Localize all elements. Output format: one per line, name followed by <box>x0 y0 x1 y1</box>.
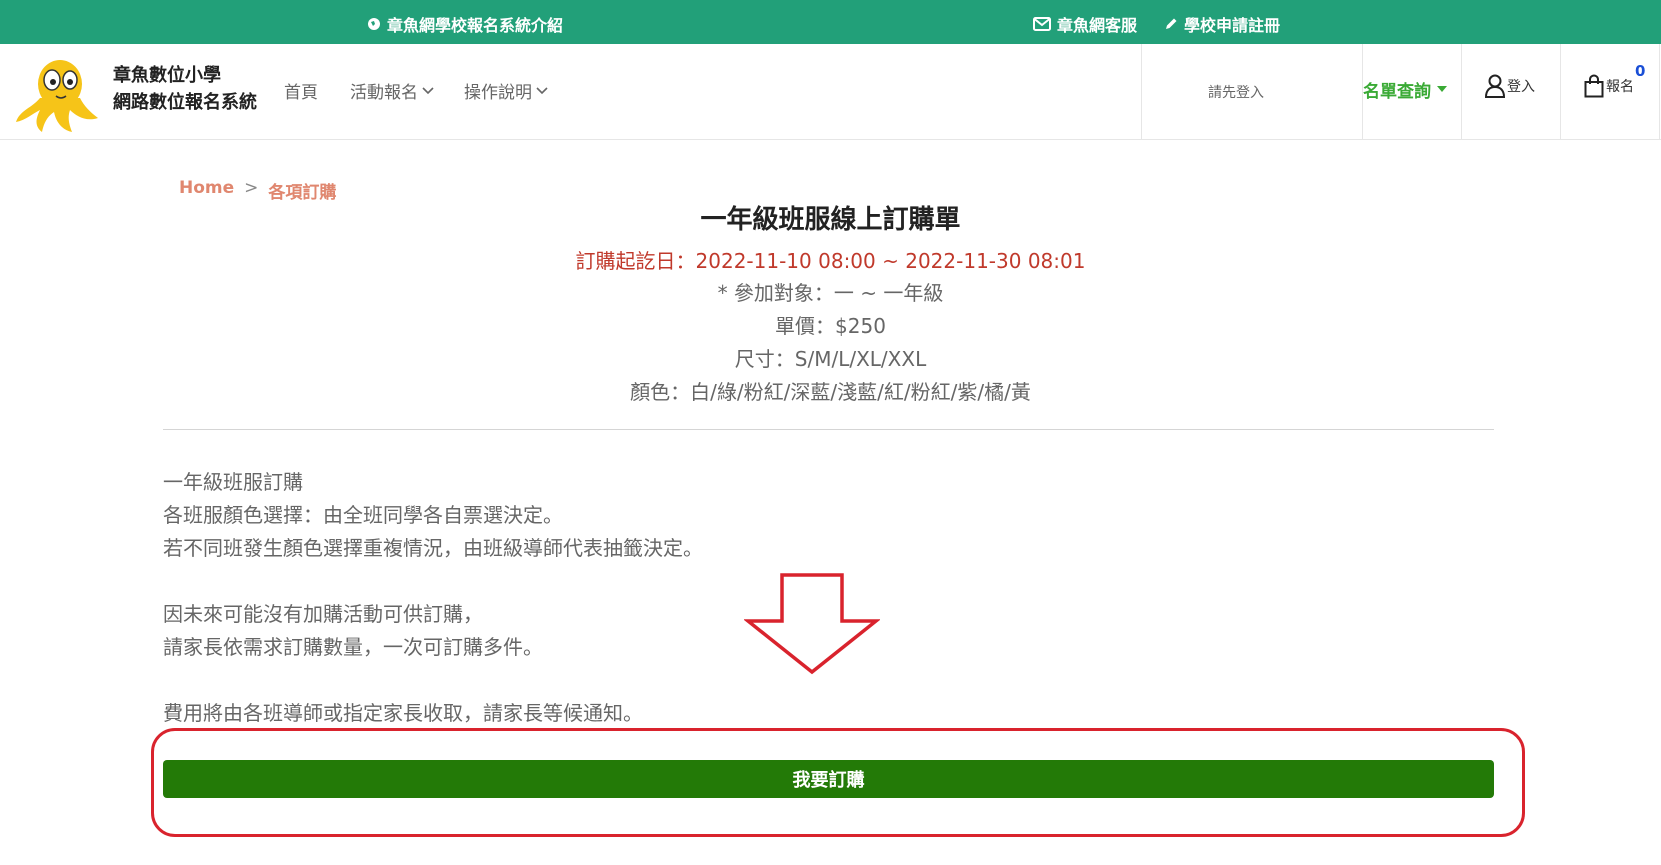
description-line: 若不同班發生顏色選擇重複情況，由班級導師代表抽籤決定。 <box>163 536 703 560</box>
login-button[interactable]: 登入 <box>1485 74 1535 98</box>
order-price: 單價：$250 <box>775 314 886 338</box>
nav-home-label: 首頁 <box>284 83 318 103</box>
description-line: 各班服顏色選擇：由全班同學各自票選決定。 <box>163 503 563 527</box>
octopus-logo[interactable] <box>14 52 100 134</box>
site-name-line1: 章魚數位小學 <box>113 65 221 86</box>
site-name: 章魚數位小學 網路數位報名系統 <box>113 62 257 116</box>
nav-activity-signup[interactable]: 活動報名 <box>350 78 435 103</box>
shopping-bag-icon <box>1584 74 1604 98</box>
top-bar: 章魚網學校報名系統介紹 章魚網客服 學校申請註冊 <box>0 0 1661 44</box>
page-title: 一年級班服線上訂購單 <box>700 205 961 235</box>
chevron-down-icon <box>536 86 548 94</box>
nav-instructions[interactable]: 操作說明 <box>464 78 549 103</box>
name-list-query-dropdown[interactable]: 名單查詢 <box>1363 77 1447 102</box>
chevron-down-icon <box>422 86 434 94</box>
intro-link[interactable]: 章魚網學校報名系統介紹 <box>367 12 563 36</box>
support-link[interactable]: 章魚網客服 <box>1033 12 1137 36</box>
nav-home[interactable]: 首頁 <box>284 78 318 103</box>
register-link[interactable]: 學校申請註冊 <box>1164 12 1280 36</box>
intro-link-label: 章魚網學校報名系統介紹 <box>387 16 564 35</box>
order-colors: 顏色：白/綠/粉紅/深藍/淺藍/紅/粉紅/紫/橘/黃 <box>630 380 1031 404</box>
order-target: * 參加對象：一 ~ 一年級 <box>717 281 944 305</box>
divider <box>1560 44 1561 139</box>
pencil-icon <box>1166 18 1177 29</box>
divider <box>1141 44 1142 139</box>
register-link-label: 學校申請註冊 <box>1184 16 1281 35</box>
order-sizes: 尺寸：S/M/L/XL/XXL <box>734 347 927 371</box>
cart-count-badge: 0 <box>1635 62 1646 80</box>
nav-instructions-label: 操作說明 <box>464 83 532 103</box>
signup-cart-button[interactable]: 報名 <box>1584 74 1634 98</box>
description-line: 因未來可能沒有加購活動可供訂購， <box>163 602 483 626</box>
order-period: 訂購起訖日：2022-11-10 08:00 ~ 2022-11-30 08:0… <box>575 249 1086 273</box>
login-hint: 請先登入 <box>1208 85 1264 101</box>
description-line: 一年級班服訂購 <box>163 470 303 494</box>
down-arrow-annotation-icon <box>744 573 880 675</box>
description-line: 請家長依需求訂購數量，一次可訂購多件。 <box>163 635 543 659</box>
caret-down-icon <box>1437 86 1447 92</box>
site-header: 章魚數位小學 網路數位報名系統 首頁 活動報名 操作說明 請先登入 名單查詢 登… <box>0 44 1661 140</box>
user-icon <box>1485 74 1505 98</box>
login-label: 登入 <box>1507 79 1535 95</box>
envelope-icon <box>1033 17 1051 31</box>
support-link-label: 章魚網客服 <box>1057 16 1138 35</box>
divider <box>163 429 1494 430</box>
site-name-line2: 網路數位報名系統 <box>113 92 257 113</box>
divider <box>1461 44 1462 139</box>
order-button[interactable]: 我要訂購 <box>163 760 1494 798</box>
nav-activity-signup-label: 活動報名 <box>350 83 418 103</box>
globe-icon <box>368 18 380 30</box>
description-line: 費用將由各班導師或指定家長收取，請家長等候通知。 <box>163 701 643 725</box>
query-label: 名單查詢 <box>1363 82 1431 102</box>
divider <box>1659 44 1660 139</box>
cart-label: 報名 <box>1606 79 1634 95</box>
